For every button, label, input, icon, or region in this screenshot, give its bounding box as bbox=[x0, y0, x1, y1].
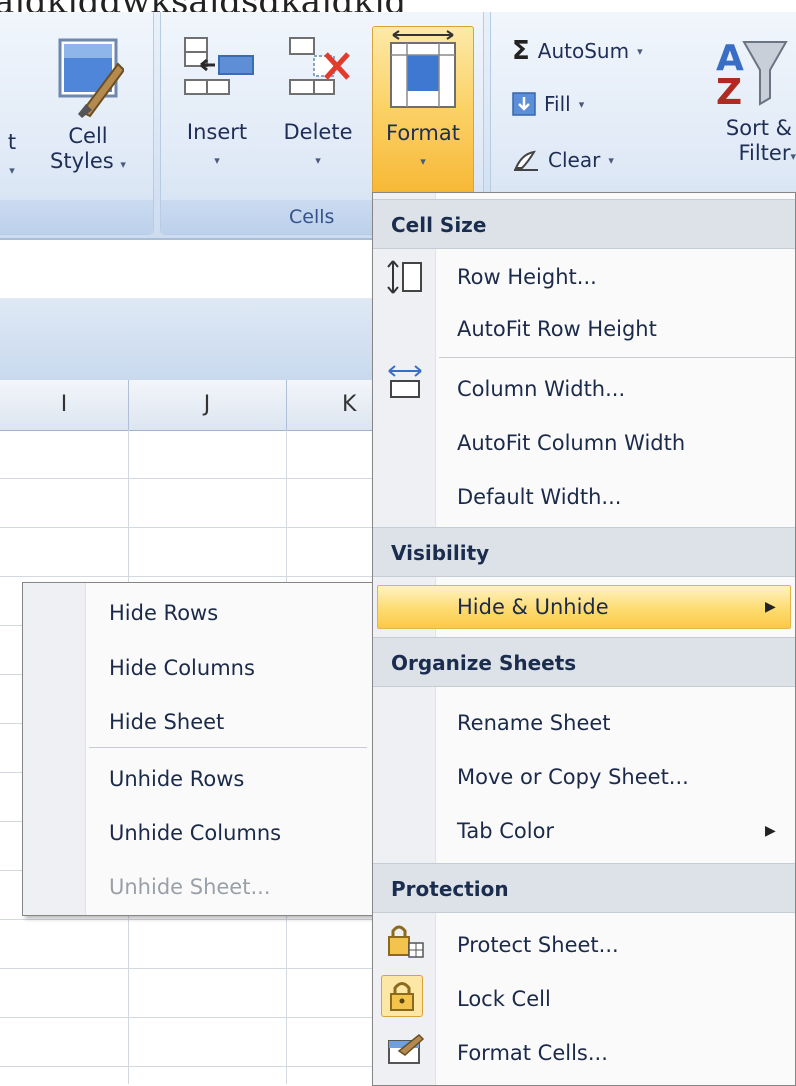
format-as-table-button-partial[interactable]: t ▾ bbox=[2, 130, 22, 183]
column-width-icon bbox=[385, 363, 425, 403]
format-label: Format bbox=[385, 121, 460, 145]
fill-label: Fill bbox=[544, 92, 571, 116]
menu-item-protect-sheet[interactable]: Protect Sheet... bbox=[457, 933, 619, 957]
menu-item-format-cells[interactable]: Format Cells... bbox=[457, 1041, 608, 1065]
column-header-j[interactable]: J bbox=[128, 380, 287, 430]
menu-item-rename-sheet[interactable]: Rename Sheet bbox=[457, 711, 611, 735]
autosum-label: AutoSum bbox=[537, 39, 630, 63]
column-i-label: I bbox=[60, 392, 68, 417]
sort-label-2-row: Filter▾ bbox=[738, 141, 796, 165]
submenu-gutter bbox=[23, 583, 86, 915]
cell-size-header-label: Cell Size bbox=[391, 213, 487, 237]
submenu-arrow-icon: ▶ bbox=[765, 823, 776, 839]
menu-item-autofit-column-width[interactable]: AutoFit Column Width bbox=[457, 431, 685, 455]
format-button[interactable]: Format ▾ bbox=[372, 26, 474, 198]
insert-cells-icon bbox=[184, 37, 254, 95]
autosum-button[interactable]: Σ AutoSum ▾ bbox=[512, 36, 643, 66]
organize-header-label: Organize Sheets bbox=[391, 651, 577, 675]
delete-label: Delete bbox=[283, 120, 353, 144]
menu-separator bbox=[89, 747, 367, 748]
sigma-icon: Σ bbox=[512, 36, 530, 66]
menu-item-move-copy-sheet[interactable]: Move or Copy Sheet... bbox=[457, 765, 689, 789]
section-header-organize-sheets: Organize Sheets bbox=[373, 637, 795, 687]
menu-item-column-width[interactable]: Column Width... bbox=[457, 377, 625, 401]
submenu-arrow-icon: ▶ bbox=[765, 599, 776, 615]
visibility-header-label: Visibility bbox=[391, 541, 490, 565]
format-cells-icon bbox=[390, 30, 456, 108]
cell-styles-label-2-row: Styles ▾ bbox=[50, 149, 126, 173]
eraser-icon bbox=[514, 150, 538, 171]
menu-item-default-width[interactable]: Default Width... bbox=[457, 485, 621, 509]
menu-separator bbox=[439, 357, 795, 358]
menu-item-tab-color[interactable]: Tab Color bbox=[457, 819, 554, 843]
column-k-label: K bbox=[342, 392, 357, 417]
cell-styles-button[interactable]: Cell Styles ▾ bbox=[38, 34, 138, 177]
format-dropdown: ▾ bbox=[420, 155, 426, 168]
menu-item-hide-columns[interactable]: Hide Columns bbox=[109, 656, 255, 680]
row-height-icon bbox=[385, 259, 425, 299]
cell-styles-label-2: Styles bbox=[50, 149, 114, 173]
section-header-visibility: Visibility bbox=[373, 527, 795, 577]
menu-item-hide-sheet[interactable]: Hide Sheet bbox=[109, 710, 224, 734]
menu-item-unhide-sheet: Unhide Sheet... bbox=[109, 875, 271, 899]
delete-button[interactable]: Delete ▾ bbox=[272, 34, 364, 173]
insert-button[interactable]: Insert ▾ bbox=[172, 34, 262, 173]
fill-button[interactable]: Fill ▾ bbox=[512, 92, 584, 116]
clear-label: Clear bbox=[548, 148, 601, 172]
column-j-label: J bbox=[203, 392, 211, 417]
cell-styles-icon bbox=[58, 38, 126, 118]
lock-cell-icon bbox=[381, 975, 423, 1017]
delete-dropdown: ▾ bbox=[315, 154, 321, 167]
format-dropdown-menu: Cell Size Row Height... AutoFit Row Heig… bbox=[372, 192, 796, 1086]
menu-item-unhide-columns[interactable]: Unhide Columns bbox=[109, 821, 281, 845]
menu-item-autofit-row-height[interactable]: AutoFit Row Height bbox=[457, 317, 657, 341]
column-header-i[interactable]: I bbox=[0, 380, 129, 430]
cell-styles-label-1: Cell bbox=[68, 124, 108, 148]
partial-button-label: t bbox=[7, 130, 17, 154]
section-header-protection: Protection bbox=[373, 863, 795, 913]
section-header-cell-size: Cell Size bbox=[373, 199, 795, 249]
clear-button[interactable]: Clear ▾ bbox=[512, 148, 614, 172]
menu-item-row-height[interactable]: Row Height... bbox=[457, 265, 597, 289]
protect-sheet-icon bbox=[385, 923, 425, 963]
styles-group-label bbox=[0, 200, 153, 234]
svg-text:Z: Z bbox=[716, 72, 742, 113]
menu-item-hide-rows[interactable]: Hide Rows bbox=[109, 601, 218, 625]
sort-label-2: Filter bbox=[738, 141, 791, 165]
hide-unhide-submenu: Hide Rows Hide Columns Hide Sheet Unhide… bbox=[22, 582, 376, 916]
delete-cells-icon bbox=[289, 37, 350, 95]
menu-item-unhide-rows[interactable]: Unhide Rows bbox=[109, 767, 244, 791]
partial-button-arrow: ▾ bbox=[9, 164, 15, 177]
fill-down-icon bbox=[512, 92, 536, 116]
sort-filter-icon: A Z bbox=[716, 38, 788, 113]
protection-header-label: Protection bbox=[391, 877, 509, 901]
insert-label: Insert bbox=[186, 120, 248, 144]
menu-item-hide-unhide[interactable]: Hide & Unhide bbox=[457, 595, 609, 619]
sort-label-1: Sort & bbox=[725, 116, 792, 140]
menu-item-lock-cell[interactable]: Lock Cell bbox=[457, 987, 551, 1011]
insert-dropdown: ▾ bbox=[214, 154, 220, 167]
format-cells-icon bbox=[385, 1031, 425, 1071]
sort-filter-button[interactable]: A Z Sort & Filter▾ bbox=[700, 32, 796, 169]
